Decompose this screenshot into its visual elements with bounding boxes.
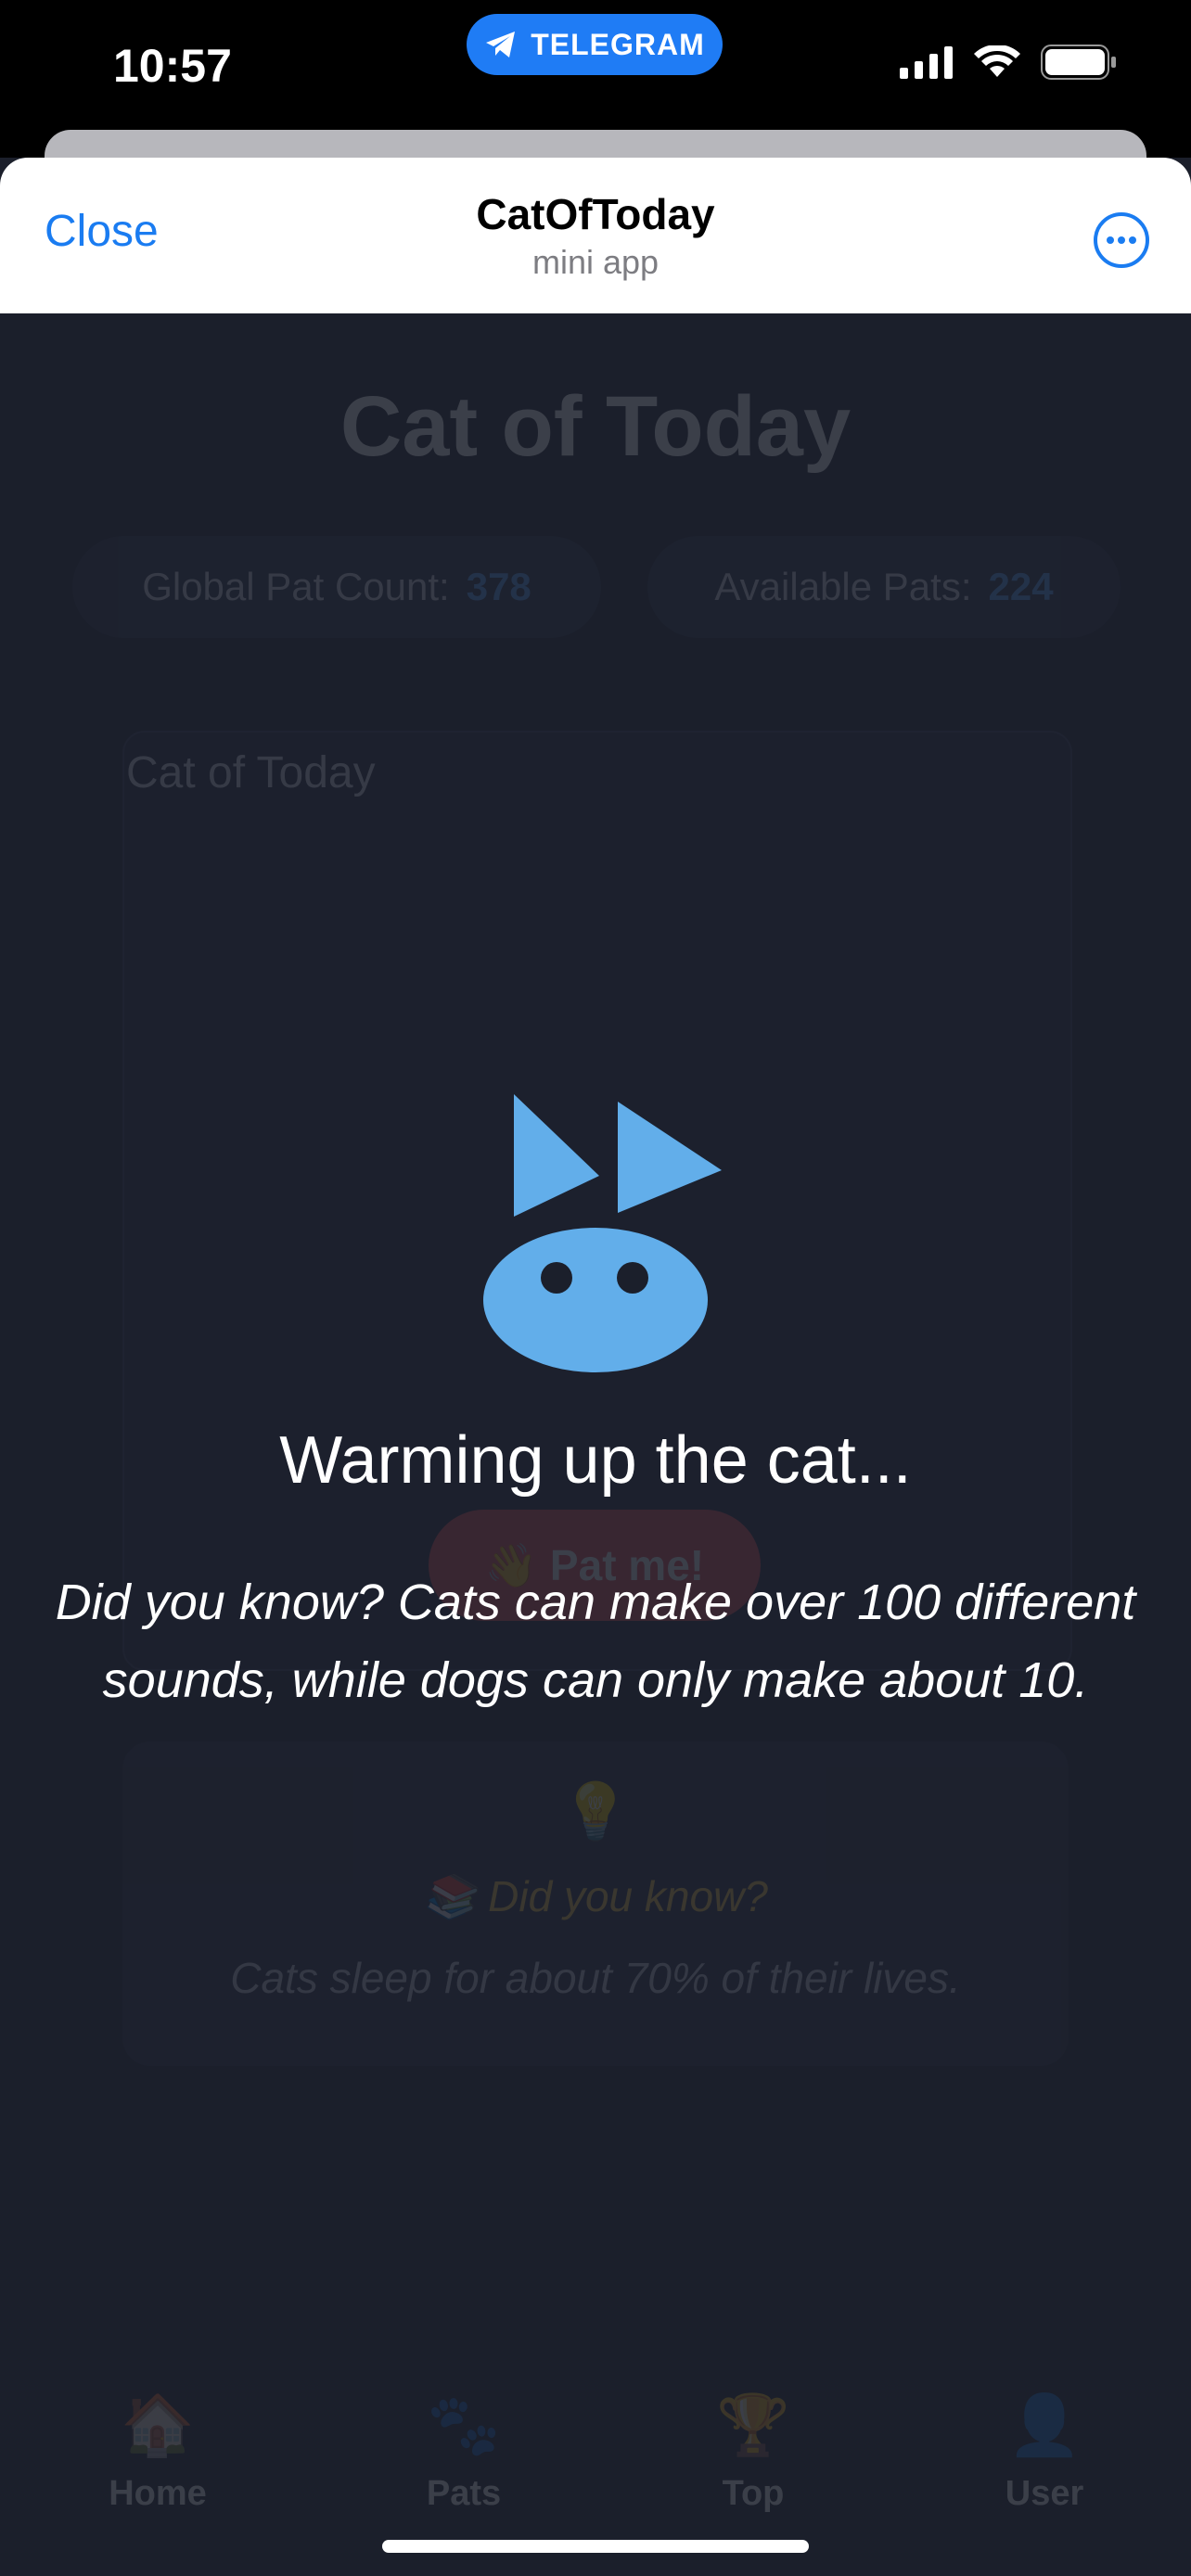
global-pat-count-label: Global Pat Count:	[142, 565, 450, 608]
app-subtitle: mini app	[531, 243, 660, 281]
tab-pats-label: Pats	[426, 2474, 502, 2513]
tab-top-label: Top	[722, 2474, 785, 2513]
home-indicator[interactable]	[382, 2540, 809, 2553]
user-icon: 👤	[1007, 2391, 1082, 2458]
lightbulb-icon: 💡	[560, 1780, 631, 1843]
loading-heading: Warming up the cat...	[279, 1423, 912, 1498]
telegram-pill-label: TELEGRAM	[531, 27, 705, 61]
tab-home[interactable]: 🏠 Home	[46, 2391, 269, 2514]
page-title: Cat of Today	[339, 379, 852, 474]
fact-title: 📚 Did you know?	[423, 1872, 768, 1920]
tab-user-label: User	[1005, 2474, 1084, 2513]
fact-text: Cats sleep for about 70% of their lives.	[230, 1954, 961, 2002]
available-pats-value: 224	[988, 565, 1054, 608]
status-time: 10:57	[113, 40, 232, 92]
global-pat-count: Global Pat Count: 378	[72, 536, 601, 638]
cat-card-label: Cat of Today	[126, 748, 376, 797]
tab-user[interactable]: 👤 User	[933, 2391, 1156, 2514]
signal-icon	[900, 46, 953, 79]
available-pats: Available Pats: 224	[647, 536, 1121, 638]
battery-icon	[1041, 45, 1116, 80]
wifi-icon	[974, 45, 1020, 77]
telegram-icon	[486, 32, 516, 57]
available-pats-label: Available Pats:	[714, 565, 972, 608]
loading-fact: Did you know? Cats can make over 100 dif…	[55, 1575, 1136, 1708]
app-title: CatOfToday	[476, 190, 715, 238]
tab-pats[interactable]: 🐾 Pats	[352, 2391, 575, 2514]
paw-icon: 🐾	[427, 2391, 501, 2458]
tab-top[interactable]: 🏆 Top	[642, 2391, 864, 2514]
global-pat-count-value: 378	[466, 565, 531, 608]
mini-app-header: Close CatOfToday mini app	[0, 158, 1191, 313]
tab-home-label: Home	[109, 2474, 207, 2513]
more-icon[interactable]	[1093, 211, 1150, 269]
home-icon: 🏠	[121, 2391, 195, 2458]
telegram-pill[interactable]: TELEGRAM	[467, 14, 723, 75]
cat-logo-icon	[483, 1094, 722, 1372]
trophy-icon: 🏆	[716, 2391, 790, 2458]
